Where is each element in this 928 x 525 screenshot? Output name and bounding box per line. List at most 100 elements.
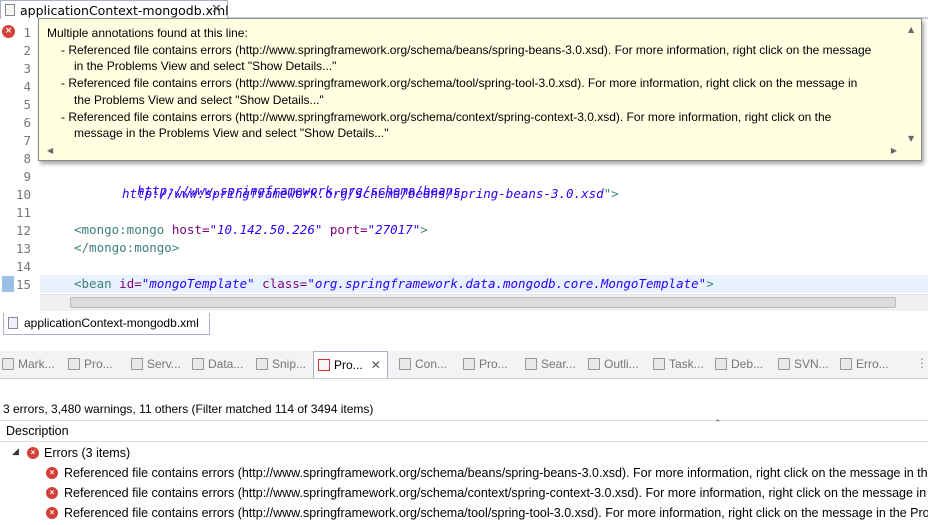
view-menu-icon[interactable]: ⋮ [916, 356, 928, 370]
tag-end: "> [603, 186, 619, 201]
tab-label: Outli... [604, 357, 639, 371]
hover-horizontal-scrollbar[interactable]: ◀ ▶ [45, 144, 899, 158]
scroll-down-icon[interactable]: ▼ [908, 134, 914, 143]
line-number: 5 [23, 97, 31, 112]
panel-sash[interactable] [0, 337, 928, 351]
hover-item: - Referenced file contains errors (http:… [61, 76, 858, 107]
error-icon: × [46, 507, 58, 519]
tab-label: Pro... [334, 358, 363, 372]
line-number: 7 [23, 133, 31, 148]
editor-tab[interactable]: applicationContext-mongodb.xml ✕ [0, 0, 229, 19]
tab-snippets[interactable]: Snip... [256, 351, 306, 378]
properties-icon [68, 358, 80, 370]
tab-debug[interactable]: Deb... [715, 351, 763, 378]
tab-outline[interactable]: Outli... [588, 351, 639, 378]
tab-label: Con... [415, 357, 448, 371]
close-tab-icon[interactable]: ✕ [211, 2, 222, 17]
debug-icon [715, 358, 727, 370]
problem-row[interactable]: × Referenced file contains errors (http:… [0, 504, 928, 524]
line-number: 4 [23, 79, 31, 94]
annotation-hover-popup[interactable]: Multiple annotations found at this line:… [38, 18, 922, 161]
hover-header: Multiple annotations found at this line: [47, 26, 248, 40]
problem-row[interactable]: × Referenced file contains errors (http:… [0, 464, 928, 484]
hover-vertical-scrollbar[interactable]: ▲ ▼ [905, 25, 919, 143]
hover-item: - Referenced file contains errors (http:… [61, 109, 832, 141]
tab-problems[interactable]: Pro... ✕ [313, 351, 388, 378]
close-tab-icon[interactable]: ✕ [371, 358, 381, 372]
tab-label: SVN... [794, 357, 829, 371]
tab-label: Snip... [272, 357, 307, 371]
tab-label: Pro... [84, 357, 113, 371]
schema-url: http://www.springframework.org/schema/be… [122, 186, 604, 201]
xml-tag: <bean [74, 276, 112, 291]
error-marker-icon[interactable]: × [2, 25, 15, 38]
snippets-icon [256, 358, 268, 370]
current-line-marker [2, 276, 14, 292]
xml-attribute: id= [119, 276, 142, 291]
markers-icon [2, 358, 14, 370]
problem-description: Referenced file contains errors (http://… [64, 486, 928, 500]
hover-content: Multiple annotations found at this line:… [47, 25, 877, 142]
tab-progress[interactable]: Pro... [463, 351, 508, 378]
tab-data-source[interactable]: Data... [192, 351, 243, 378]
tab-properties[interactable]: Pro... [68, 351, 113, 378]
tab-tasks[interactable]: Task... [653, 351, 704, 378]
editor-source-tab[interactable]: applicationContext-mongodb.xml [3, 313, 210, 335]
xml-tag: <mongo:mongo [74, 222, 165, 237]
tab-svn[interactable]: SVN... [778, 351, 829, 378]
error-log-icon [840, 358, 852, 370]
hover-item: - Referenced file contains errors (http:… [61, 42, 872, 74]
tag-end: > [420, 222, 428, 237]
error-icon: × [46, 467, 58, 479]
line-number: 11 [15, 205, 31, 220]
code-line-10: http://www.springframework.org/schema/be… [122, 186, 619, 201]
code-line-12: <mongo:mongo host="10.142.50.226" port="… [74, 222, 428, 237]
svn-icon [778, 358, 790, 370]
line-number: 3 [23, 61, 31, 76]
xml-value: "10.142.50.226" [209, 222, 323, 237]
line-number: 2 [23, 43, 31, 58]
scroll-right-icon[interactable]: ▶ [891, 146, 897, 155]
xml-tag: </mongo:mongo> [74, 240, 180, 255]
scrollbar-thumb[interactable] [70, 297, 896, 308]
error-icon: × [27, 447, 39, 459]
data-source-icon [192, 358, 204, 370]
line-number: 8 [23, 151, 31, 166]
tab-markers[interactable]: Mark... [2, 351, 55, 378]
scroll-left-icon[interactable]: ◀ [47, 146, 53, 155]
line-number: 9 [23, 169, 31, 184]
expand-triangle-icon[interactable]: ◢ [12, 446, 19, 457]
errors-group-row[interactable]: ◢ × Errors (3 items) [0, 444, 928, 464]
xml-attribute: class= [262, 276, 308, 291]
tab-label: Erro... [856, 357, 889, 371]
line-number-ruler: 1 2 3 4 5 6 7 8 9 10 11 12 13 14 15 [0, 19, 40, 294]
tab-servers[interactable]: Serv... [131, 351, 181, 378]
tag-end: > [706, 276, 714, 291]
tab-label: Mark... [18, 357, 55, 371]
group-label: Errors (3 items) [44, 446, 131, 460]
scroll-up-icon[interactable]: ▲ [908, 25, 914, 34]
tab-label: Task... [669, 357, 704, 371]
tab-label: Data... [208, 357, 244, 371]
xml-value: "mongoTemplate" [141, 276, 255, 291]
tab-error-log[interactable]: Erro... [840, 351, 889, 378]
tasks-icon [653, 358, 665, 370]
tab-console[interactable]: Con... [399, 351, 447, 378]
sort-indicator-icon: ⌃ [714, 419, 722, 429]
problem-row[interactable]: × Referenced file contains errors (http:… [0, 484, 928, 504]
view-tab-bar: Mark... Pro... Serv... Data... Snip... P… [0, 351, 928, 379]
problem-description: Referenced file contains errors (http://… [64, 506, 928, 520]
line-number: 12 [15, 223, 31, 238]
code-line-15: <bean id="mongoTemplate" class="org.spri… [74, 276, 714, 291]
progress-icon [463, 358, 475, 370]
tab-label: Serv... [147, 357, 181, 371]
editor-horizontal-scrollbar[interactable] [40, 294, 928, 311]
line-number: 10 [15, 187, 31, 202]
problems-summary: 3 errors, 3,480 warnings, 11 others (Fil… [3, 402, 374, 416]
column-header-label: Description [6, 424, 69, 438]
line-number: 13 [15, 241, 31, 256]
tab-search[interactable]: Sear... [525, 351, 576, 378]
description-column-header[interactable]: Description ⌃ [0, 419, 928, 442]
xml-value: "27017" [367, 222, 421, 237]
console-icon [399, 358, 411, 370]
